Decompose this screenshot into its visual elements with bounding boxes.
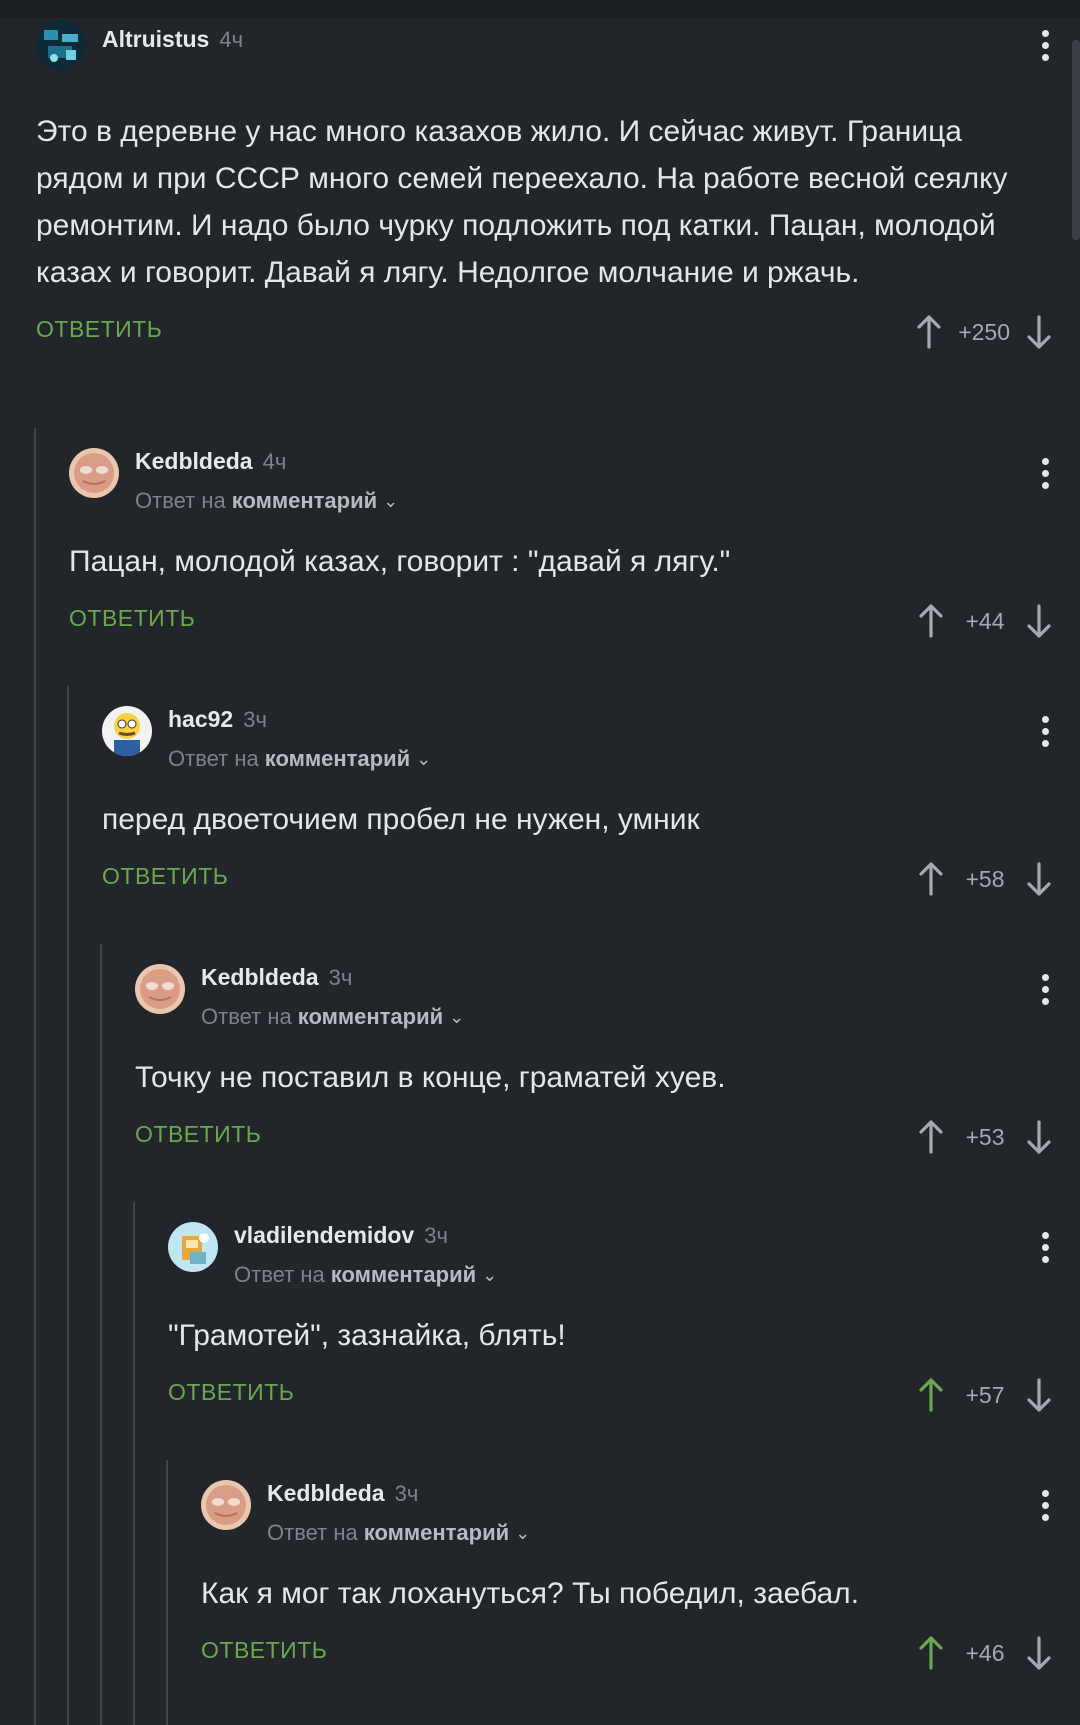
comment: hac92 3ч Ответ на комментарий ⌄ перед дв… [102,706,1054,899]
vote-score: +58 [965,865,1005,892]
avatar[interactable] [69,448,119,498]
reply-button[interactable]: ОТВЕТИТЬ [168,1379,294,1406]
avatar[interactable] [201,1480,251,1530]
comment-text: Точку не поставил в конце, граматей хуев… [135,1061,726,1094]
reply-to-prefix: Ответ на [267,1520,358,1545]
comment: Kedbldeda 3ч Ответ на комментарий ⌄ Как … [201,1480,1054,1673]
thread-line [133,1202,135,1725]
vote-controls: +44 [916,601,1054,641]
downvote-arrow-icon[interactable] [1024,314,1054,350]
reply-to-prefix: Ответ на [201,1004,292,1029]
author-name[interactable]: Kedbldeda [201,964,319,991]
comment-text: "Грамотей", зазнайка, блять! [168,1319,566,1352]
reply-button[interactable]: ОТВЕТИТЬ [201,1637,327,1664]
upvote-arrow-icon[interactable] [916,1635,946,1671]
reply-to-indicator[interactable]: Ответ на комментарий ⌄ [135,488,398,514]
more-vertical-icon[interactable] [1040,1232,1050,1263]
chevron-down-icon[interactable]: ⌄ [416,749,431,770]
more-vertical-icon[interactable] [1040,30,1050,61]
reply-to-indicator[interactable]: Ответ на комментарий ⌄ [267,1520,530,1546]
scrollbar[interactable] [1072,40,1080,240]
reply-to-prefix: Ответ на [135,488,226,513]
comment-time: 3ч [424,1223,448,1248]
reply-button[interactable]: ОТВЕТИТЬ [36,316,162,343]
more-vertical-icon[interactable] [1040,716,1050,747]
reply-button[interactable]: ОТВЕТИТЬ [102,863,228,890]
comment-text: Это в деревне у нас много казахов жило. … [36,115,1008,289]
author-name[interactable]: Kedbldeda [267,1480,385,1507]
upvote-arrow-icon[interactable] [916,1119,946,1155]
reply-button[interactable]: ОТВЕТИТЬ [135,1121,261,1148]
avatar[interactable] [135,964,185,1014]
reply-to-link[interactable]: комментарий [298,1004,443,1030]
vote-score: +46 [965,1639,1005,1666]
chevron-down-icon[interactable]: ⌄ [383,491,398,512]
comment: vladilendemidov 3ч Ответ на комментарий … [168,1222,1054,1415]
reply-to-indicator[interactable]: Ответ на комментарий ⌄ [234,1262,497,1288]
reply-to-prefix: Ответ на [234,1262,325,1287]
vote-controls: +57 [916,1375,1054,1415]
downvote-arrow-icon[interactable] [1024,603,1054,639]
reply-to-prefix: Ответ на [168,746,259,771]
vote-controls: +250 [914,312,1054,352]
comment: Altruistus 4ч Это в деревне у нас много … [36,20,1054,352]
comment-time: 4ч [219,27,244,52]
comment-text: Пацан, молодой казах, говорит : "давай я… [69,545,731,578]
reply-to-link[interactable]: комментарий [364,1520,509,1546]
comment: Kedbldeda 4ч Ответ на комментарий ⌄ Паца… [69,448,1054,641]
vote-controls: +58 [916,859,1054,899]
comment-time: 4ч [262,449,287,474]
more-vertical-icon[interactable] [1040,974,1050,1005]
avatar[interactable] [102,706,152,756]
author-name[interactable]: hac92 [168,706,233,733]
avatar[interactable] [168,1222,218,1272]
comment-time: 3ч [394,1481,419,1506]
vote-score: +53 [965,1123,1005,1150]
upvote-arrow-icon[interactable] [916,603,946,639]
upvote-arrow-icon[interactable] [916,861,946,897]
downvote-arrow-icon[interactable] [1024,1635,1054,1671]
comment-text: перед двоеточием пробел не нужен, умник [102,803,700,836]
reply-to-link[interactable]: комментарий [265,746,410,772]
chevron-down-icon[interactable]: ⌄ [515,1523,530,1544]
upvote-arrow-icon[interactable] [914,314,944,350]
downvote-arrow-icon[interactable] [1024,1377,1054,1413]
top-strip [0,0,1080,18]
reply-to-link[interactable]: комментарий [232,488,377,514]
comment-time: 3ч [328,965,353,990]
reply-to-link[interactable]: комментарий [331,1262,476,1288]
author-name[interactable]: Kedbldeda [135,448,253,475]
downvote-arrow-icon[interactable] [1024,1119,1054,1155]
upvote-arrow-icon[interactable] [916,1377,946,1413]
vote-score: +44 [965,607,1005,634]
thread-line [34,428,36,1725]
reply-button[interactable]: ОТВЕТИТЬ [69,605,195,632]
reply-to-indicator[interactable]: Ответ на комментарий ⌄ [168,746,431,772]
vote-controls: +53 [916,1117,1054,1157]
downvote-arrow-icon[interactable] [1024,861,1054,897]
author-name[interactable]: vladilendemidov [234,1222,414,1249]
vote-score: +57 [965,1381,1005,1408]
thread-line [67,686,69,1725]
vote-score: +250 [958,318,1010,345]
chevron-down-icon[interactable]: ⌄ [482,1265,497,1286]
chevron-down-icon[interactable]: ⌄ [449,1007,464,1028]
comment-time: 3ч [243,707,267,732]
vote-controls: +46 [916,1633,1054,1673]
comment-text: Как я мог так лохануться? Ты победил, за… [201,1577,860,1610]
avatar[interactable] [36,20,86,70]
thread-line [100,944,102,1725]
comment: Kedbldeda 3ч Ответ на комментарий ⌄ Точк… [135,964,1054,1157]
author-name[interactable]: Altruistus [102,26,209,53]
thread-line [166,1460,168,1725]
more-vertical-icon[interactable] [1040,1490,1050,1521]
reply-to-indicator[interactable]: Ответ на комментарий ⌄ [201,1004,464,1030]
more-vertical-icon[interactable] [1040,458,1050,489]
